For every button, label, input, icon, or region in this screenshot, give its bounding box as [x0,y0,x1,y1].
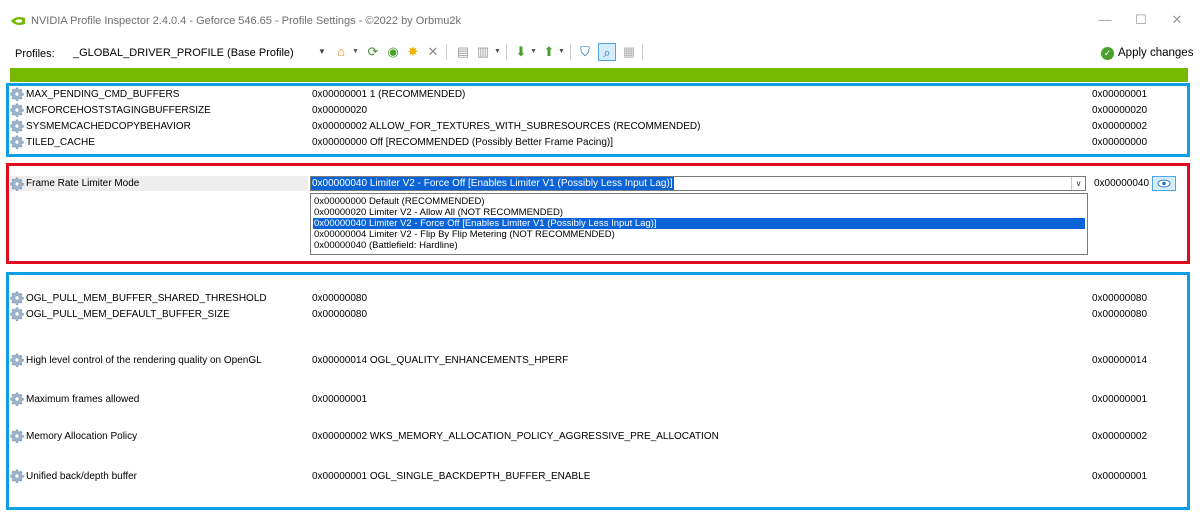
setting-name: Frame Rate Limiter Mode [26,178,140,189]
selected-value: 0x00000040 Limiter V2 - Force Off [Enabl… [311,177,674,190]
gear-icon [10,353,24,367]
setting-value: 0x00000014 OGL_QUALITY_ENHANCEMENTS_HPER… [312,355,569,366]
dropdown-option[interactable]: 0x00000000 Default (RECOMMENDED) [313,196,1085,207]
dropdown-option[interactable]: 0x00000020 Limiter V2 - Allow All (NOT R… [313,207,1085,218]
gear-icon [10,429,24,443]
new-profile-icon[interactable]: ✸ [404,43,422,61]
reset-value-icon[interactable] [1152,176,1176,191]
setting-name: High level control of the rendering qual… [26,355,262,366]
setting-row[interactable]: MCFORCEHOSTSTAGINGBUFFERSIZE 0x00000020 … [10,103,1186,118]
setting-name: Memory Allocation Policy [26,431,138,442]
dropdown-option[interactable]: 0x00000040 (Battlefield: Hardline) [313,240,1085,251]
setting-row[interactable]: OGL_PULL_MEM_DEFAULT_BUFFER_SIZE 0x00000… [10,307,1186,322]
chevron-down-icon[interactable]: ▼ [352,43,359,61]
setting-row[interactable]: Memory Allocation Policy 0x00000002 WKS_… [10,429,1186,444]
settings-list-icon[interactable]: ▦ [620,43,638,61]
setting-name: TILED_CACHE [26,137,95,148]
setting-hex: 0x00000080 [1092,293,1148,304]
home-icon[interactable]: ⌂ [332,43,350,61]
dropdown-option[interactable]: 0x00000004 Limiter V2 - Flip By Flip Met… [313,229,1085,240]
setting-value: 0x00000001 1 (RECOMMENDED) [312,89,466,100]
apply-changes-label: Apply changes [1118,47,1194,59]
setting-row[interactable]: Unified back/depth buffer 0x00000001 OGL… [10,469,1186,484]
scan-icon[interactable]: ⌕ [598,43,616,61]
gear-icon [10,307,24,321]
setting-name: MAX_PENDING_CMD_BUFFERS [26,89,180,100]
profile-progress-bar [10,68,1188,82]
setting-value: 0x00000020 [312,105,368,116]
export-icon[interactable]: ▤ [454,43,472,61]
toolbar-separator [446,44,447,60]
setting-hex: 0x00000020 [1092,105,1148,116]
setting-hex: 0x00000000 [1092,137,1148,148]
setting-hex: 0x00000040 [1094,178,1150,189]
profile-select[interactable]: _GLOBAL_DRIVER_PROFILE (Base Profile) [68,44,330,62]
setting-hex: 0x00000001 [1092,471,1148,482]
setting-hex: 0x00000002 [1092,431,1148,442]
setting-name: Maximum frames allowed [26,394,140,405]
setting-hex: 0x00000001 [1092,89,1148,100]
setting-hex: 0x00000014 [1092,355,1148,366]
setting-hex: 0x00000002 [1092,121,1148,132]
setting-row[interactable]: SYSMEMCACHEDCOPYBEHAVIOR 0x00000002 ALLO… [10,119,1186,134]
setting-value: 0x00000002 ALLOW_FOR_TEXTURES_WITH_SUBRE… [312,121,701,132]
setting-hex: 0x00000001 [1092,394,1148,405]
delete-profile-icon[interactable]: ✕ [424,43,442,61]
setting-row[interactable]: OGL_PULL_MEM_BUFFER_SHARED_THRESHOLD 0x0… [10,291,1186,306]
close-button[interactable]: ✕ [1164,10,1190,30]
gear-icon [10,291,24,305]
minimize-button[interactable]: — [1092,10,1118,30]
setting-value: 0x00000080 [312,293,368,304]
dropdown-list: 0x00000000 Default (RECOMMENDED) 0x00000… [310,193,1088,255]
gear-icon [10,103,24,117]
setting-value: 0x00000000 Off [RECOMMENDED (Possibly Be… [312,137,614,148]
setting-value: 0x00000002 WKS_MEMORY_ALLOCATION_POLICY_… [312,431,719,442]
chevron-down-icon[interactable]: ▼ [494,43,501,61]
window-title: NVIDIA Profile Inspector 2.4.0.4 - Gefor… [31,15,461,27]
setting-hex: 0x00000080 [1092,309,1148,320]
add-app-icon[interactable]: ◉ [384,43,402,61]
setting-row[interactable]: TILED_CACHE 0x00000000 Off [RECOMMENDED … [10,135,1186,150]
profiles-label: Profiles: [15,48,55,60]
gear-icon [10,392,24,406]
setting-row[interactable]: High level control of the rendering qual… [10,353,1186,368]
setting-row[interactable]: MAX_PENDING_CMD_BUFFERS 0x00000001 1 (RE… [10,87,1186,102]
chevron-down-icon[interactable]: ▼ [318,44,326,60]
chevron-down-icon[interactable]: ▼ [530,43,537,61]
toolbar-separator [506,44,507,60]
gear-icon [10,87,24,101]
toolbar-separator [642,44,643,60]
check-icon: ✓ [1101,46,1114,60]
import-icon[interactable]: ▥ [474,43,492,61]
chevron-down-icon[interactable]: ∨ [1071,177,1085,190]
toolbar-separator [570,44,571,60]
setting-name: MCFORCEHOSTSTAGINGBUFFERSIZE [26,105,211,116]
setting-value: 0x00000080 [312,309,368,320]
setting-value: 0x00000001 [312,394,368,405]
setting-value: 0x00000001 OGL_SINGLE_BACKDEPTH_BUFFER_E… [312,471,591,482]
download-icon[interactable]: ⬇ [512,43,530,61]
gear-icon [10,469,24,483]
setting-name: OGL_PULL_MEM_DEFAULT_BUFFER_SIZE [26,309,230,320]
setting-name: Unified back/depth buffer [26,471,138,482]
setting-name: SYSMEMCACHEDCOPYBEHAVIOR [26,121,191,132]
gear-icon [10,135,24,149]
gear-icon [10,177,24,191]
gear-icon [10,119,24,133]
dropdown-option-selected[interactable]: 0x00000040 Limiter V2 - Force Off [Enabl… [313,218,1085,229]
upload-icon[interactable]: ⬆ [540,43,558,61]
setting-row[interactable]: Maximum frames allowed 0x00000001 0x0000… [10,392,1186,407]
refresh-icon[interactable]: ⟳ [364,43,382,61]
filter-icon[interactable]: ⛉ [576,43,594,61]
apply-changes-button[interactable]: ✓ Apply changes [1101,44,1193,62]
setting-name: OGL_PULL_MEM_BUFFER_SHARED_THRESHOLD [26,293,267,304]
chevron-down-icon[interactable]: ▼ [558,43,565,61]
maximize-button[interactable]: ☐ [1128,10,1154,30]
frame-rate-limiter-select[interactable]: 0x00000040 Limiter V2 - Force Off [Enabl… [310,176,1086,191]
nvidia-logo-icon [11,17,25,25]
